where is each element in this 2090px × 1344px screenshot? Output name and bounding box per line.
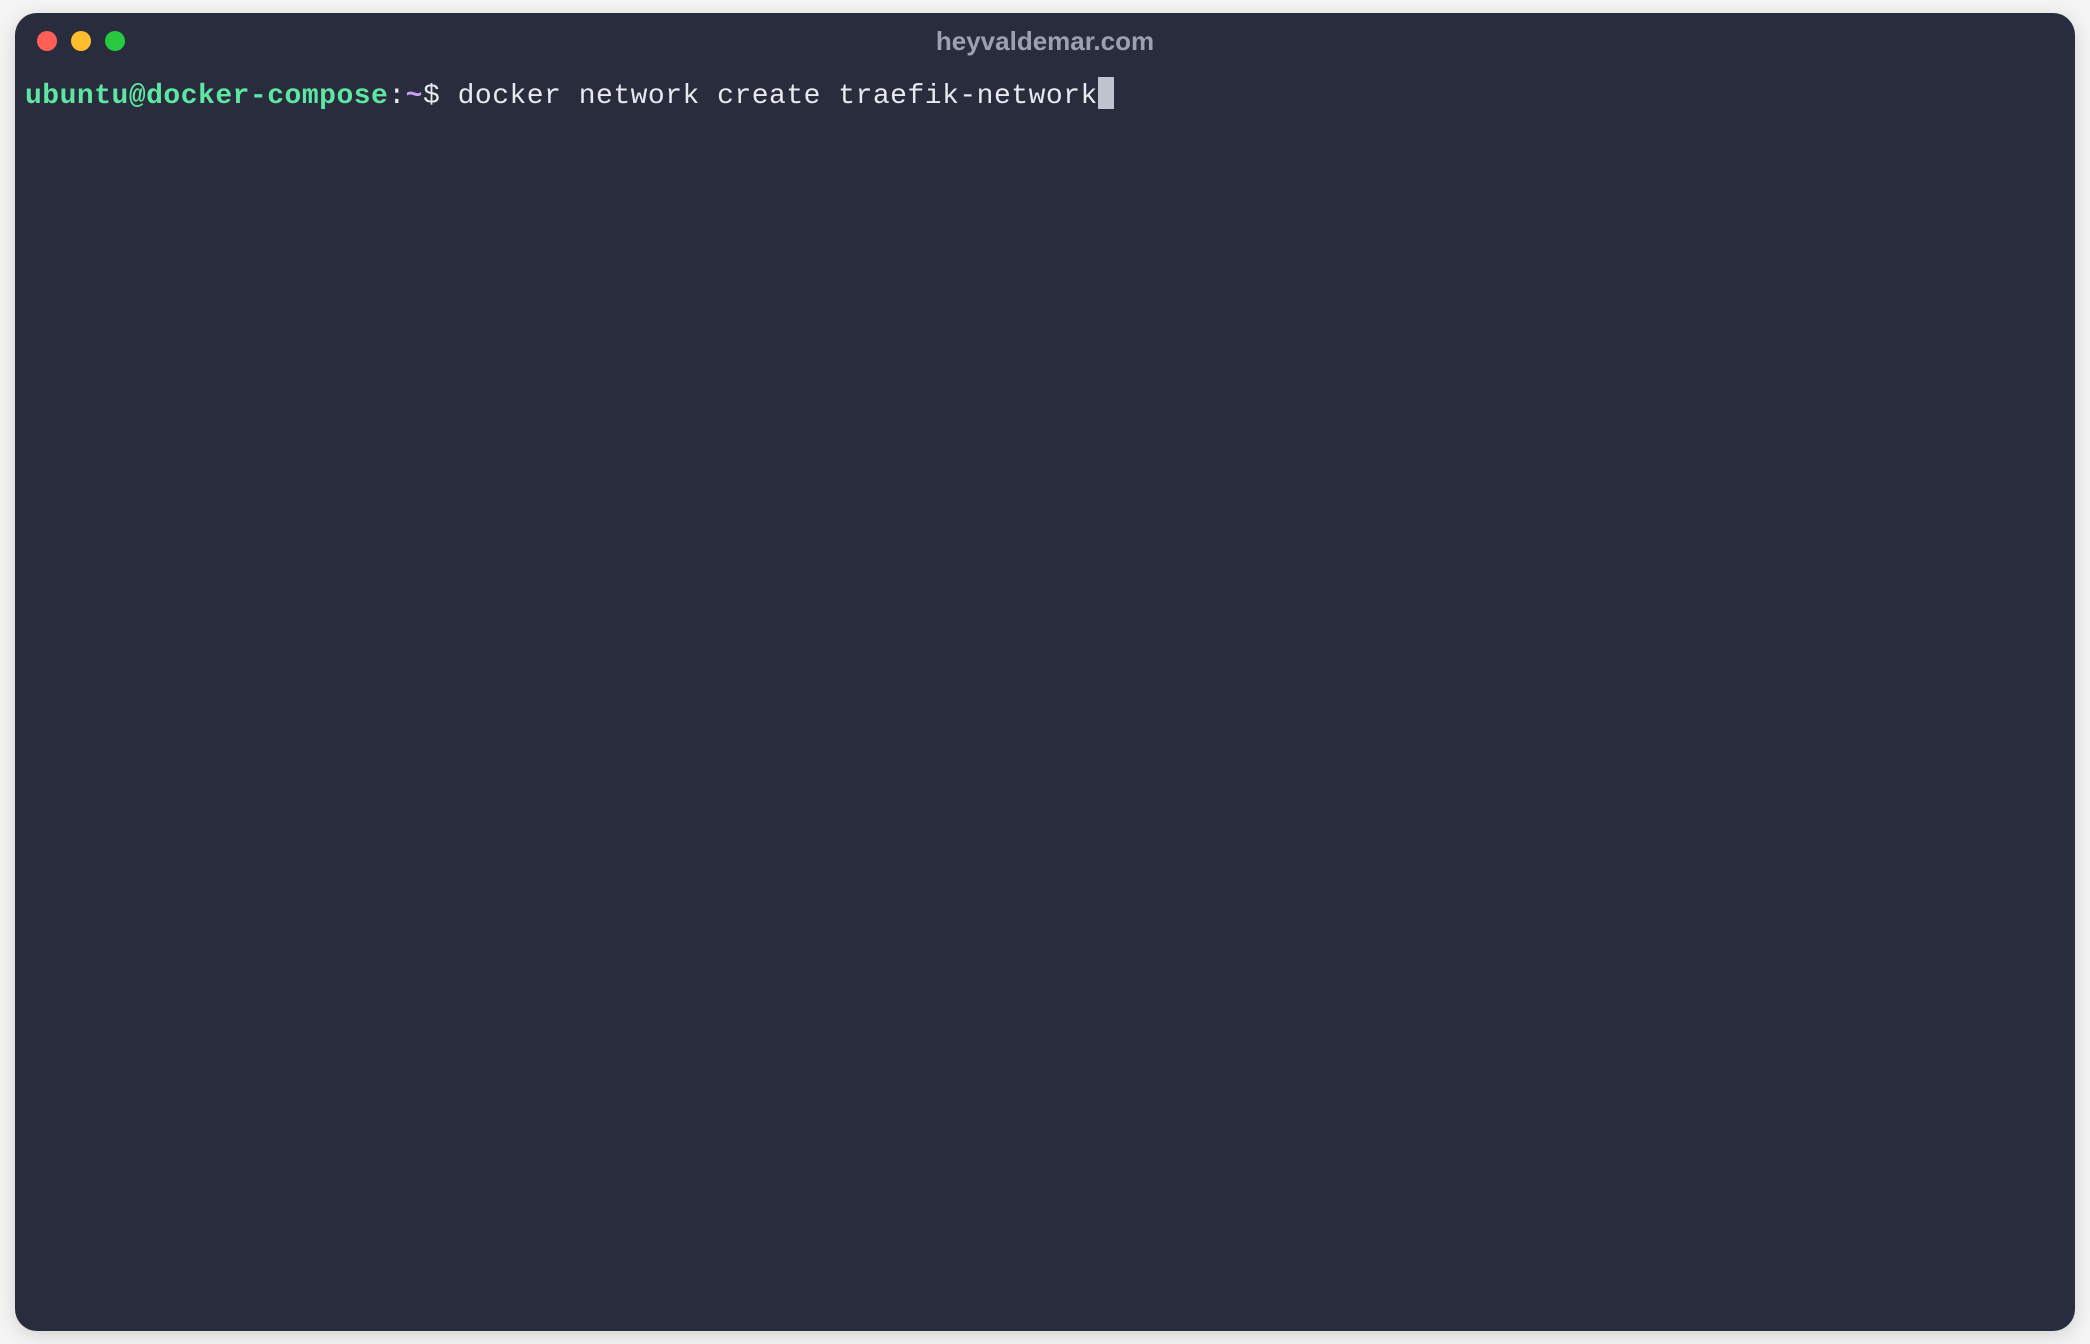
title-bar: heyvaldemar.com [15, 13, 2075, 69]
prompt-line: ubuntu@docker-compose:~$ docker network … [25, 77, 2065, 116]
command-text: docker network create traefik-network [440, 77, 1098, 116]
prompt-separator: : [388, 77, 405, 116]
window-title: heyvaldemar.com [936, 26, 1154, 57]
minimize-icon[interactable] [71, 31, 91, 51]
prompt-user-host: ubuntu@docker-compose [25, 77, 388, 116]
maximize-icon[interactable] [105, 31, 125, 51]
close-icon[interactable] [37, 31, 57, 51]
terminal-window: heyvaldemar.com ubuntu@docker-compose:~$… [15, 13, 2075, 1331]
prompt-symbol: $ [423, 77, 440, 116]
traffic-lights [37, 31, 125, 51]
terminal-body[interactable]: ubuntu@docker-compose:~$ docker network … [15, 69, 2075, 1331]
prompt-path: ~ [406, 77, 423, 116]
cursor-icon [1098, 77, 1114, 109]
